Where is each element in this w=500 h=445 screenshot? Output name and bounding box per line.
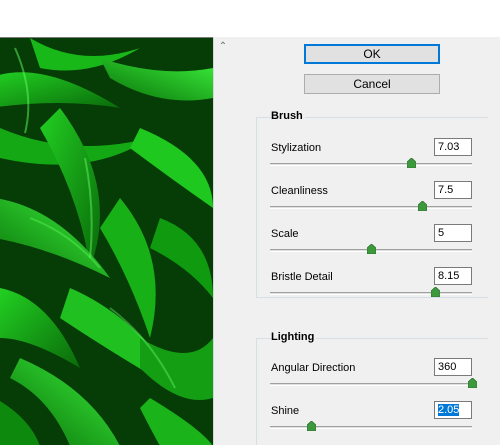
cancel-button[interactable]: Cancel	[304, 74, 440, 94]
bristle-detail-slider[interactable]	[270, 287, 472, 297]
stylization-value-field[interactable]: 7.03	[434, 138, 472, 156]
stylization-slider-thumb[interactable]	[407, 158, 416, 168]
scale-slider[interactable]	[270, 244, 472, 254]
shine-slider-thumb[interactable]	[307, 421, 316, 431]
brush-group-title: Brush	[271, 110, 305, 122]
scale-label: Scale	[271, 228, 299, 240]
dialog-top-strip	[0, 0, 500, 37]
angular-direction-value-field[interactable]: 360	[434, 358, 472, 376]
bristle-detail-slider-thumb[interactable]	[431, 287, 440, 297]
scale-value-field[interactable]: 5	[434, 224, 472, 242]
bristle-detail-label: Bristle Detail	[271, 271, 333, 283]
cleanliness-slider-thumb[interactable]	[418, 201, 427, 211]
cleanliness-slider[interactable]	[270, 201, 472, 211]
shine-value-selected-text: 2.05	[438, 404, 460, 416]
preview-scrollbar[interactable]: ⌃	[213, 37, 232, 445]
lighting-group-title: Lighting	[271, 331, 317, 343]
oil-paint-preview-icon	[0, 38, 213, 445]
cleanliness-value-field[interactable]: 7.5	[434, 181, 472, 199]
scroll-up-icon[interactable]: ⌃	[214, 40, 232, 54]
bristle-detail-value-field[interactable]: 8.15	[434, 267, 472, 285]
ok-button[interactable]: OK	[304, 44, 440, 64]
stylization-label: Stylization	[271, 142, 322, 154]
stylization-slider[interactable]	[270, 158, 472, 168]
angular-direction-label: Angular Direction	[271, 362, 356, 374]
shine-value-field[interactable]: 2.05	[434, 401, 472, 419]
shine-label: Shine	[271, 405, 300, 417]
angular-direction-slider[interactable]	[270, 378, 477, 388]
scale-slider-thumb[interactable]	[367, 244, 376, 254]
shine-slider[interactable]	[270, 421, 472, 431]
cleanliness-label: Cleanliness	[271, 185, 328, 197]
angular-direction-slider-thumb[interactable]	[468, 378, 477, 388]
preview-image[interactable]	[0, 37, 213, 445]
